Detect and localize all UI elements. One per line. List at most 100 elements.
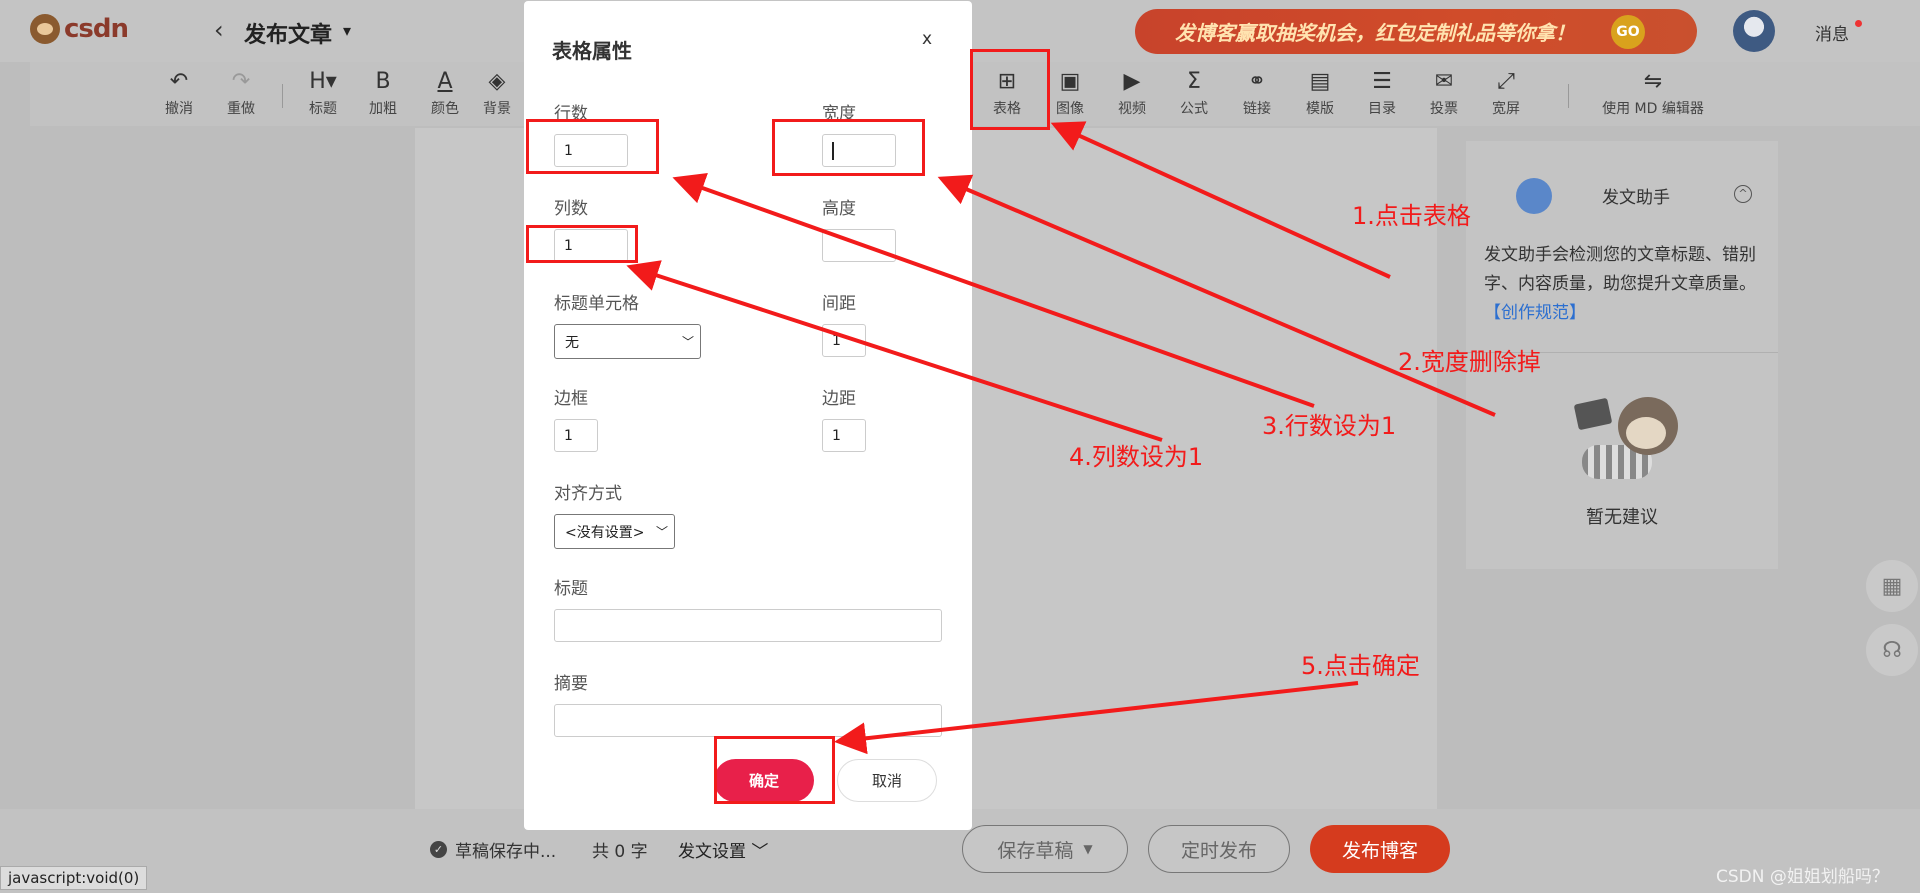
annotation-box-rows xyxy=(526,119,659,174)
header-cells-value: 无 xyxy=(565,334,579,351)
notification-dot xyxy=(1855,20,1862,27)
summary-label: 摘要 xyxy=(554,674,588,694)
color-button[interactable]: A 颜色 xyxy=(419,68,471,118)
formula-label: 公式 xyxy=(1180,101,1208,117)
link-button[interactable]: ⚭ 链接 xyxy=(1231,68,1283,118)
height-label: 高度 xyxy=(822,199,856,219)
collapse-chevron-icon[interactable]: ^ xyxy=(1734,185,1752,203)
creation-guidelines-link[interactable]: 【创作规范】 xyxy=(1484,303,1586,323)
paint-bucket-icon: ◈ xyxy=(488,69,506,94)
caret-down-icon: ▼ xyxy=(1083,842,1093,856)
alignment-select[interactable]: <没有设置> ﹀ xyxy=(554,514,675,549)
dialog-title: 表格属性 xyxy=(552,39,632,63)
summary-input[interactable] xyxy=(554,704,942,737)
redo-icon: ↷ xyxy=(231,69,251,94)
vote-icon: ✉ xyxy=(1434,69,1454,94)
vote-label: 投票 xyxy=(1430,101,1458,117)
undo-button[interactable]: ↶ 撤消 xyxy=(153,68,205,118)
assistant-description: 发文助手会检测您的文章标题、错别字、内容质量，助您提升文章质量。【创作规范】 xyxy=(1484,241,1768,328)
mascot-illustration xyxy=(1562,391,1682,491)
chevron-down-icon: ﹀ xyxy=(746,842,769,862)
template-label: 模版 xyxy=(1306,101,1334,117)
back-chevron-icon[interactable]: ‹ xyxy=(214,16,224,44)
annotation-step-2: 2.宽度删除掉 xyxy=(1398,348,1541,376)
header-cells-label: 标题单元格 xyxy=(554,294,639,314)
link-label: 链接 xyxy=(1243,101,1271,117)
publish-settings-link[interactable]: 发文设置 ﹀ xyxy=(678,837,768,862)
font-color-icon: A xyxy=(437,69,453,94)
video-button[interactable]: ▶ 视频 xyxy=(1106,68,1158,118)
spacing-input[interactable]: 1 xyxy=(822,324,866,357)
publish-settings-label: 发文设置 xyxy=(678,842,746,862)
avatar[interactable] xyxy=(1733,10,1775,52)
toc-button[interactable]: ☰ 目录 xyxy=(1356,68,1408,118)
csdn-mascot-icon xyxy=(30,14,60,44)
promo-go-badge: GO xyxy=(1611,15,1645,49)
redo-button[interactable]: ↷ 重做 xyxy=(215,68,267,118)
assistant-icon xyxy=(1516,178,1552,214)
height-input[interactable] xyxy=(822,229,896,262)
image-label: 图像 xyxy=(1056,101,1084,117)
sigma-icon: Σ xyxy=(1187,69,1201,94)
assistant-title: 发文助手 xyxy=(1602,188,1670,208)
spacing-label: 间距 xyxy=(822,294,856,314)
chevron-down-icon: ﹀ xyxy=(681,335,694,349)
border-label: 边框 xyxy=(554,389,588,409)
assistant-description-text: 发文助手会检测您的文章标题、错别字、内容质量，助您提升文章质量。 xyxy=(1484,245,1756,294)
csdn-logo[interactable]: csdn xyxy=(30,14,129,44)
padding-label: 边距 xyxy=(822,389,856,409)
padding-input[interactable]: 1 xyxy=(822,419,866,452)
switch-arrows-icon: ⇋ xyxy=(1643,69,1663,94)
annotation-box-table xyxy=(970,49,1050,130)
video-icon: ▶ xyxy=(1123,69,1141,94)
template-button[interactable]: ▤ 模版 xyxy=(1294,68,1346,118)
save-draft-label: 保存草稿 xyxy=(997,839,1074,862)
link-icon: ⚭ xyxy=(1247,69,1267,94)
video-label: 视频 xyxy=(1118,101,1146,117)
color-label: 颜色 xyxy=(431,101,459,117)
vote-button[interactable]: ✉ 投票 xyxy=(1418,68,1470,118)
save-draft-button[interactable]: 保存草稿 ▼ xyxy=(962,825,1128,873)
md-editor-label: 使用 MD 编辑器 xyxy=(1602,101,1704,117)
publish-button[interactable]: 发布博客 xyxy=(1310,825,1450,873)
background-button[interactable]: ◈ 背景 xyxy=(480,68,514,118)
md-editor-button[interactable]: ⇋ 使用 MD 编辑器 xyxy=(1588,68,1718,118)
watermark: CSDN @姐姐划船吗？ xyxy=(1716,867,1889,887)
close-icon[interactable]: x xyxy=(922,29,932,49)
widescreen-button[interactable]: ⤢ 宽屏 xyxy=(1480,68,1532,118)
qr-code-icon[interactable]: ▦ xyxy=(1866,560,1918,612)
caption-input[interactable] xyxy=(554,609,942,642)
formula-button[interactable]: Σ 公式 xyxy=(1168,68,1220,118)
annotation-step-4: 4.列数设为1 xyxy=(1069,443,1204,471)
draft-status-text: 草稿保存中... xyxy=(455,842,557,862)
alignment-label: 对齐方式 xyxy=(554,484,622,504)
toolbar-divider xyxy=(282,84,283,108)
undo-icon: ↶ xyxy=(169,69,189,94)
page-title[interactable]: 发布文章 xyxy=(244,17,332,49)
template-icon: ▤ xyxy=(1309,69,1331,94)
promo-banner-text: 发博客赢取抽奖机会，红包定制礼品等你拿！ xyxy=(1175,21,1575,45)
status-bar-url: javascript:void(0) xyxy=(0,866,148,890)
cancel-button[interactable]: 取消 xyxy=(837,759,937,802)
title-caret-icon[interactable]: ▾ xyxy=(343,21,351,40)
image-button[interactable]: ▣ 图像 xyxy=(1044,68,1096,118)
timed-publish-button[interactable]: 定时发布 xyxy=(1148,825,1290,873)
toolbar-divider xyxy=(1568,84,1569,108)
border-input[interactable]: 1 xyxy=(554,419,598,452)
heading-button[interactable]: H▾ 标题 xyxy=(297,68,349,118)
image-icon: ▣ xyxy=(1059,69,1081,94)
header-cells-select[interactable]: 无 ﹀ xyxy=(554,324,701,359)
bold-button[interactable]: B 加粗 xyxy=(357,68,409,118)
headset-icon[interactable]: ☊ xyxy=(1866,624,1918,676)
annotation-step-5: 5.点击确定 xyxy=(1301,652,1420,680)
bold-icon: B xyxy=(375,69,391,94)
no-suggestion-text: 暂无建议 xyxy=(1586,507,1658,528)
word-count: 共 0 字 xyxy=(592,842,648,862)
annotation-box-confirm xyxy=(714,736,835,804)
draft-status: ✓ 草稿保存中... xyxy=(430,837,556,862)
messages-link[interactable]: 消息 xyxy=(1815,20,1849,45)
widescreen-icon: ⤢ xyxy=(1497,69,1515,94)
promo-banner[interactable]: 发博客赢取抽奖机会，红包定制礼品等你拿！ GO xyxy=(1135,9,1697,54)
widescreen-label: 宽屏 xyxy=(1492,101,1520,117)
annotation-step-3: 3.行数设为1 xyxy=(1262,412,1397,440)
